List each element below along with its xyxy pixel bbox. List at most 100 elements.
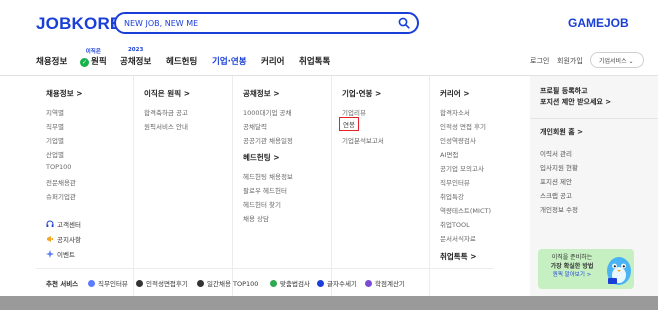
menu-link[interactable]: 직무인터뷰 [440, 177, 470, 187]
corp-service-label: 기업서비스 [599, 58, 627, 65]
menu-link[interactable]: 기업별 [46, 135, 64, 145]
column-title[interactable]: 이직은 원픽 > [144, 88, 190, 99]
nav-headhunting[interactable]: 헤드헌팅 [166, 55, 197, 67]
menu-link[interactable]: TOP100 [46, 163, 71, 171]
search-input[interactable] [124, 16, 384, 30]
nav-label: 커리어 [261, 57, 285, 67]
column-title[interactable]: 커리어 > [440, 88, 470, 99]
menu-link[interactable]: 문서서식자료 [440, 233, 476, 243]
member-side-panel: 프로필 등록하고 포지션 제안 받으세요 > 개인회원 홈 > 이력서 관리 입… [530, 76, 658, 296]
menu-link[interactable]: 합격자소서 [440, 107, 470, 117]
search-icon[interactable] [398, 17, 410, 29]
menu-link[interactable]: 공채달력 [243, 121, 267, 131]
divider [530, 118, 658, 119]
menu-link[interactable]: 기업분석보고서 [342, 135, 384, 145]
nav-career[interactable]: 커리어 [261, 55, 284, 67]
recommend-services-bar: 추천 서비스 직무인터뷰 인적성면접후기 일간채용 TOP100 맞춤법검사 글… [36, 268, 494, 294]
salary-link-highlighted[interactable]: 연봉 [339, 117, 359, 131]
nav-label: 원픽 [91, 57, 107, 67]
menu-link[interactable]: 공기업 모의고사 [440, 163, 484, 173]
char-count-icon [317, 280, 324, 287]
recommend-item[interactable]: 인적성면접후기 [136, 278, 188, 288]
cs-label: 고객센터 [57, 221, 81, 229]
menu-link[interactable]: 지역별 [46, 107, 64, 117]
side-link[interactable]: 입사지원 현황 [540, 162, 578, 172]
recommend-item[interactable]: 일간채용 TOP100 [197, 278, 258, 288]
recommend-item-label: 인적성면접후기 [146, 280, 188, 288]
side-link[interactable]: 이력서 관리 [540, 148, 572, 158]
notice-link[interactable]: 공지사항 [46, 234, 81, 244]
nav-public-recruit[interactable]: 2023 공채정보 [120, 47, 152, 67]
login-link[interactable]: 로그인 [530, 56, 549, 66]
top100-icon [197, 280, 204, 287]
recommend-label: 추천 서비스 [46, 280, 79, 288]
nav-talk[interactable]: 취업톡톡 [299, 55, 330, 67]
nav-label: 채용정보 [36, 57, 68, 67]
menu-link[interactable]: 채용 상담 [243, 213, 269, 223]
recommend-item[interactable]: 직무인터뷰 [88, 278, 128, 288]
menu-link[interactable]: 합격축하금 공고 [144, 107, 188, 117]
promo-line: 포지션 제안 받으세요 > [540, 98, 612, 106]
mega-menu: 채용정보 > 지역별 직무별 기업별 산업별 TOP100 전문채용관 슈퍼기업… [36, 76, 658, 296]
banner-text: 이직을 준비하는 가장 확실한 방법 원픽 알아보기 > [544, 253, 600, 280]
menu-link[interactable]: 헤드헌터 찾기 [243, 199, 281, 209]
menu-link[interactable]: 취업특강 [440, 191, 464, 201]
recommend-item-label: 글자수세기 [327, 280, 357, 288]
profile-promo-link[interactable]: 프로필 등록하고 포지션 제안 받으세요 > [540, 86, 611, 108]
nav-onepick[interactable]: 이직은 ✓ 원픽 [80, 49, 107, 67]
recommend-item[interactable]: 학점계산기 [365, 278, 405, 288]
menu-link[interactable]: 전문채용관 [46, 177, 76, 187]
main-nav: 채용정보 이직은 ✓ 원픽 2023 공채정보 헤드헌팅 기업·연봉 커리어 취업… [0, 46, 658, 76]
menu-link[interactable]: 슈퍼기업관 [46, 191, 76, 201]
menu-column-public-recruit: 공채정보 > 1000대기업 공채 공채달력 공공기관 채용일정 헤드헌팅 > … [233, 76, 332, 296]
menu-link[interactable]: 헤드헌팅 채용정보 [243, 171, 293, 181]
onepick-banner[interactable]: 이직을 준비하는 가장 확실한 방법 원픽 알아보기 > [538, 249, 634, 289]
nav-recruit[interactable]: 채용정보 [36, 55, 67, 67]
menu-link[interactable]: 산업별 [46, 149, 64, 159]
menu-link[interactable]: 1000대기업 공채 [243, 107, 292, 117]
menu-link[interactable]: AI면접 [440, 149, 458, 159]
recommend-item[interactable]: 맞춤법검사 [270, 278, 310, 288]
headset-icon [46, 220, 54, 227]
mascot-icon [607, 257, 631, 285]
menu-link[interactable]: 원픽서비스 안내 [144, 121, 188, 131]
column-title[interactable]: 채용정보 > [46, 88, 83, 99]
banner-line: 이직을 준비하는 [551, 254, 593, 261]
gpa-calculator-icon [365, 280, 372, 287]
column-title-talk[interactable]: 취업톡톡 > [440, 251, 477, 262]
menu-link[interactable]: 팔로우 헤드헌터 [243, 185, 287, 195]
check-icon: ✓ [80, 58, 89, 67]
menu-link[interactable]: 공공기관 채용일정 [243, 135, 293, 145]
cs-label: 공지사항 [57, 236, 81, 244]
menu-link[interactable]: 역량테스트(MICT) [440, 205, 491, 215]
recommend-item[interactable]: 글자수세기 [317, 278, 357, 288]
event-link[interactable]: 이벤트 [46, 249, 75, 259]
side-link[interactable]: 포지션 제안 [540, 176, 572, 186]
signup-link[interactable]: 회원가입 [557, 56, 583, 66]
interview-icon [88, 280, 95, 287]
nav-company-salary[interactable]: 기업·연봉 [212, 55, 247, 67]
column-title-headhunting[interactable]: 헤드헌팅 > [243, 152, 280, 163]
search-box [114, 12, 419, 34]
menu-link[interactable]: 인적성 면접 후기 [440, 121, 486, 131]
nav-label: 헤드헌팅 [166, 57, 198, 67]
gamejob-link[interactable]: GAMEJOB [568, 16, 629, 30]
column-title[interactable]: 기업·연봉 > [342, 88, 381, 99]
menu-column-company-salary: 기업·연봉 > 기업리뷰 연봉 기업분석보고서 [332, 76, 430, 296]
nav-sup-label: 2023 [127, 47, 144, 53]
customer-center-link[interactable]: 고객센터 [46, 219, 81, 229]
menu-link[interactable]: 취업TOOL [440, 219, 470, 229]
corp-service-button[interactable]: 기업서비스 ⌄ [590, 52, 644, 68]
side-link[interactable]: 개인정보 수정 [540, 204, 578, 214]
nav-label: 공채정보 [120, 57, 152, 67]
nav-sup-label: 이직은 [85, 49, 101, 55]
cs-label: 이벤트 [57, 251, 75, 259]
menu-link[interactable]: 직무별 [46, 121, 64, 131]
menu-link[interactable]: 인성역량검사 [440, 135, 476, 145]
column-title[interactable]: 공채정보 > [243, 88, 280, 99]
spellcheck-icon [270, 280, 277, 287]
menu-link[interactable]: 기업리뷰 [342, 107, 366, 117]
side-link[interactable]: 스크랩 공고 [540, 190, 572, 200]
nav-label: 기업·연봉 [212, 57, 247, 67]
personal-home-link[interactable]: 개인회원 홈 > [540, 127, 583, 138]
